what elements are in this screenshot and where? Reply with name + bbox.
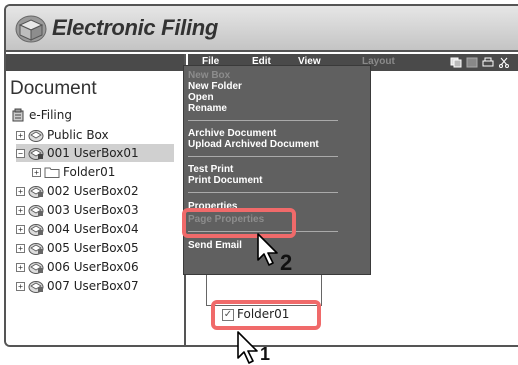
copy-icon[interactable] [450, 57, 462, 68]
tree-item-label: 006 UserBox06 [47, 260, 139, 274]
tree-item-label: 003 UserBox03 [47, 203, 139, 217]
menu-item-rename[interactable]: Rename [188, 103, 227, 114]
folder-cube-icon [15, 15, 47, 43]
box-icon [28, 130, 44, 142]
menu-item-upload-archived-document[interactable]: Upload Archived Document [188, 139, 319, 150]
expand-icon[interactable]: + [16, 186, 25, 196]
tree-item-userbox01[interactable]: − 001 UserBox01 [16, 144, 174, 162]
menu-item-send-email[interactable]: Send Email [188, 240, 242, 251]
folder-highlight [211, 300, 321, 330]
userbox-icon [28, 243, 44, 255]
tree-item-label: Public Box [47, 128, 109, 142]
app-title: Electronic Filing [52, 15, 219, 40]
tree-item-label: 004 UserBox04 [47, 222, 139, 236]
tree-item-label: 007 UserBox07 [47, 279, 139, 293]
tree-item-userbox06[interactable]: + 006 UserBox06 [16, 258, 139, 276]
step-number-1: 1 [260, 344, 271, 364]
tree-item-label: 002 UserBox02 [47, 184, 139, 198]
userbox-icon [28, 148, 44, 160]
tree-item-folder01[interactable]: + Folder01 [32, 163, 115, 181]
save-icon[interactable] [466, 57, 478, 68]
menu-item-new-box: New Box [188, 70, 231, 81]
menu-separator [188, 120, 338, 121]
building-icon [12, 108, 24, 122]
left-pane-bar [6, 54, 184, 71]
menu-item-archive-document[interactable]: Archive Document [188, 128, 276, 139]
expand-icon[interactable]: + [16, 262, 25, 272]
print-icon[interactable] [482, 57, 494, 68]
cursor-icon [237, 331, 258, 364]
tree-item-label: 005 UserBox05 [47, 241, 139, 255]
menu-item-new-folder[interactable]: New Folder [188, 81, 242, 92]
tree-item-userbox02[interactable]: + 002 UserBox02 [16, 182, 139, 200]
menu-item-test-print[interactable]: Test Print [188, 164, 233, 175]
userbox-icon [28, 262, 44, 274]
menu-item-print-document[interactable]: Print Document [188, 175, 262, 186]
expand-icon[interactable]: + [16, 224, 25, 234]
menu-separator [188, 192, 338, 193]
step-number-2: 2 [280, 250, 293, 275]
expand-icon[interactable]: + [16, 205, 25, 215]
userbox-icon [28, 224, 44, 236]
expand-icon[interactable]: + [16, 243, 25, 253]
userbox-icon [28, 186, 44, 198]
userbox-icon [28, 281, 44, 293]
expand-icon[interactable]: + [32, 167, 41, 177]
tree-item-efiling[interactable]: e-Filing [10, 106, 72, 124]
cursor-icon [257, 233, 278, 266]
folder-icon [44, 167, 60, 178]
expand-icon[interactable]: + [16, 130, 25, 140]
tree-item-label: e-Filing [29, 108, 72, 122]
cut-icon[interactable] [498, 57, 510, 68]
app-header: Electronic Filing [6, 6, 518, 52]
tree-item-userbox03[interactable]: + 003 UserBox03 [16, 201, 139, 219]
menu-item-open[interactable]: Open [188, 92, 214, 103]
tree-item-label: 001 UserBox01 [47, 146, 139, 160]
expand-icon[interactable]: + [16, 281, 25, 291]
tree-item-label: Folder01 [63, 165, 116, 179]
tree-item-userbox04[interactable]: + 004 UserBox04 [16, 220, 139, 238]
tree-item-public-box[interactable]: + Public Box [16, 126, 109, 144]
tree-item-userbox07[interactable]: + 007 UserBox07 [16, 277, 139, 295]
userbox-icon [28, 205, 44, 217]
menu-separator [188, 156, 338, 157]
pane-title: Document [10, 78, 97, 99]
navigation-pane: Document e-Filing + Public Box − 001 Use… [6, 54, 186, 345]
collapse-icon[interactable]: − [16, 148, 25, 158]
tree-item-userbox05[interactable]: + 005 UserBox05 [16, 239, 139, 257]
